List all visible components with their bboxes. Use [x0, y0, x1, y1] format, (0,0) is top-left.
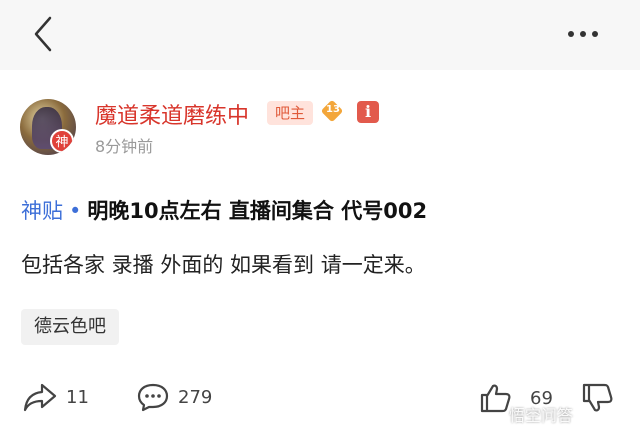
thumbs-up-icon	[480, 384, 511, 413]
comment-icon	[137, 383, 169, 412]
god-badge: 神	[50, 129, 74, 153]
thumbs-down-icon	[582, 383, 613, 412]
share-icon	[23, 383, 57, 412]
comment-button[interactable]: 279	[136, 382, 212, 412]
post-content: 包括各家 录播 外面的 如果看到 请一定来。	[21, 253, 426, 277]
more-dots-icon	[568, 31, 574, 37]
dislike-button[interactable]	[580, 382, 614, 416]
share-count: 11	[66, 386, 89, 408]
info-icon[interactable]: i	[357, 101, 379, 123]
forum-tag[interactable]: 德云色吧	[21, 309, 119, 345]
back-button[interactable]	[28, 14, 64, 54]
more-button[interactable]	[568, 22, 612, 46]
author-name[interactable]: 魔道柔道磨练中	[95, 98, 249, 130]
role-badge: 吧主	[267, 101, 314, 125]
level-badge: 13	[320, 99, 344, 123]
chevron-left-icon	[34, 16, 52, 52]
post-tag[interactable]: 神贴	[21, 199, 63, 223]
top-bar	[0, 0, 640, 70]
post-title-row: 神贴 • 明晚10点左右 直播间集合 代号002	[21, 195, 427, 225]
post-time: 8分钟前	[95, 137, 154, 156]
comment-count: 279	[178, 386, 213, 408]
avatar[interactable]: 神	[20, 99, 76, 155]
watermark: 悟空问答	[509, 406, 574, 425]
separator-dot: •	[69, 199, 82, 223]
share-button[interactable]: 11	[22, 382, 89, 412]
post-title: 明晚10点左右 直播间集合 代号002	[87, 199, 428, 223]
